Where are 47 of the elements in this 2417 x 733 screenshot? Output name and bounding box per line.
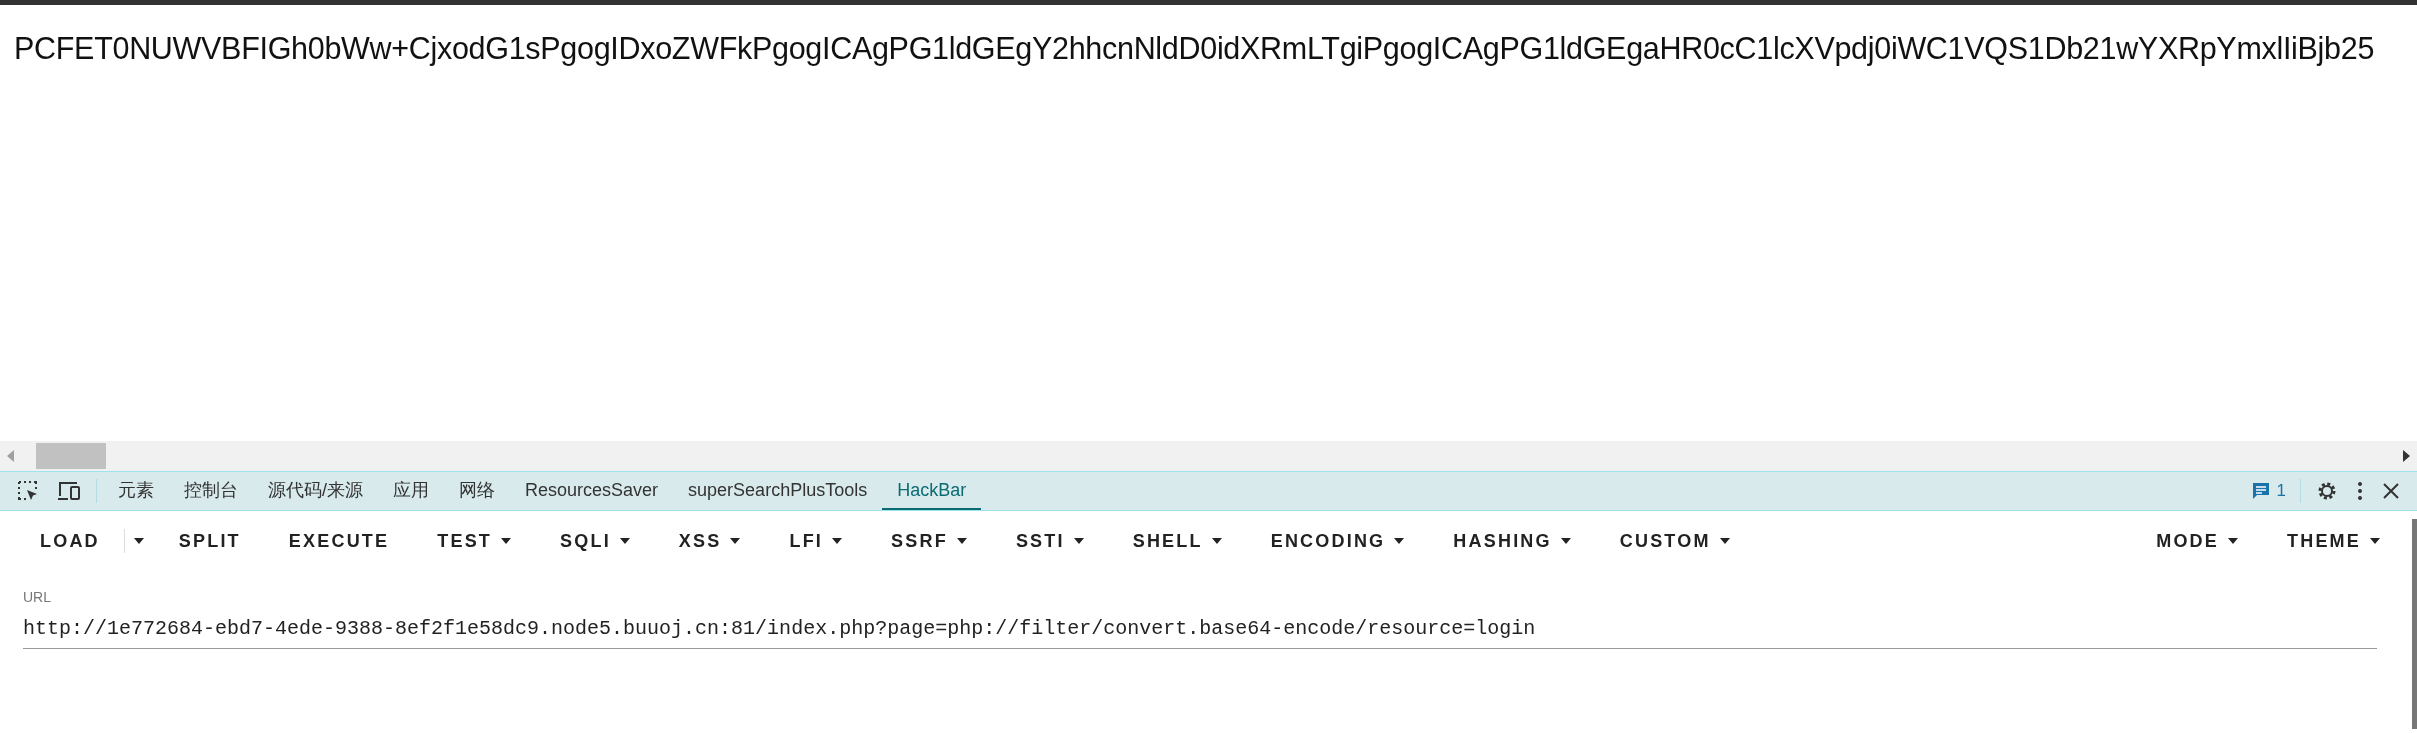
devtools-tab[interactable]: ResourcesSaver xyxy=(510,472,674,510)
close-icon[interactable] xyxy=(2381,481,2401,501)
menu-button[interactable]: TEST xyxy=(413,522,537,560)
devtools-tab[interactable]: superSearchPlusTools xyxy=(673,472,883,510)
caret-icon xyxy=(729,537,742,545)
devtools-tab[interactable]: 元素 xyxy=(103,472,169,510)
caret-icon xyxy=(1393,537,1406,545)
menu-button[interactable]: MODE xyxy=(2132,522,2263,560)
caret-icon xyxy=(2227,537,2239,545)
menu-button[interactable]: SSTI xyxy=(991,522,1109,560)
devtools-tab[interactable]: 源代码/来源 xyxy=(253,472,378,510)
toolbar-button[interactable]: EXECUTE xyxy=(264,522,414,560)
horizontal-scrollbar[interactable] xyxy=(0,441,2417,471)
menu-button[interactable]: SHELL xyxy=(1108,522,1247,560)
menu-button[interactable]: CUSTOM xyxy=(1595,522,1755,560)
caret-icon xyxy=(1210,537,1223,545)
caret-icon xyxy=(132,537,145,545)
vertical-scrollbar[interactable] xyxy=(2412,519,2417,729)
inspect-element-icon[interactable] xyxy=(16,479,40,503)
device-toolbar-icon[interactable] xyxy=(56,480,82,502)
caret-icon xyxy=(500,537,513,545)
caret-icon xyxy=(2369,537,2381,545)
devtools-tab[interactable]: 应用 xyxy=(378,472,444,510)
message-icon xyxy=(2250,481,2271,501)
url-label: URL xyxy=(23,589,52,605)
menu-button[interactable]: XSS xyxy=(654,522,766,560)
scrollbar-thumb[interactable] xyxy=(36,443,106,469)
caret-icon xyxy=(618,537,631,545)
more-options-icon[interactable] xyxy=(2355,479,2365,503)
menu-button[interactable]: HASHING xyxy=(1429,522,1596,560)
toolbar-button[interactable]: SPLIT xyxy=(154,522,265,560)
menu-button[interactable]: THEME xyxy=(2263,522,2405,560)
menu-button[interactable]: SQLI xyxy=(536,522,655,560)
menu-button[interactable]: LFI xyxy=(765,522,868,560)
load-button[interactable]: LOAD xyxy=(16,522,124,560)
caret-icon xyxy=(831,537,844,545)
page-text: PCFET0NUWVBFIGh0bWw+CjxodG1sPgogIDxoZWFkPgogICAgPG1ldGEgY2hhcnNldD0idXRmLTgiPgogICAgPG1ldGEgaHR0cC1lcXVpdj0iWC1VQS1Db21wYXRpYmxlIiBjb25 xyxy=(14,31,2376,66)
devtools-tab[interactable]: 网络 xyxy=(444,472,510,510)
caret-icon xyxy=(1559,537,1572,545)
devtools-tab[interactable]: HackBar xyxy=(882,472,982,510)
caret-icon xyxy=(955,537,968,545)
devtools-tab[interactable]: 控制台 xyxy=(169,472,253,510)
menu-button[interactable]: SSRF xyxy=(867,522,992,560)
caret-icon xyxy=(1072,537,1085,545)
issues-button[interactable]: 1 xyxy=(2242,481,2294,501)
caret-icon xyxy=(1718,537,1731,545)
menu-button[interactable]: ENCODING xyxy=(1246,522,1430,560)
